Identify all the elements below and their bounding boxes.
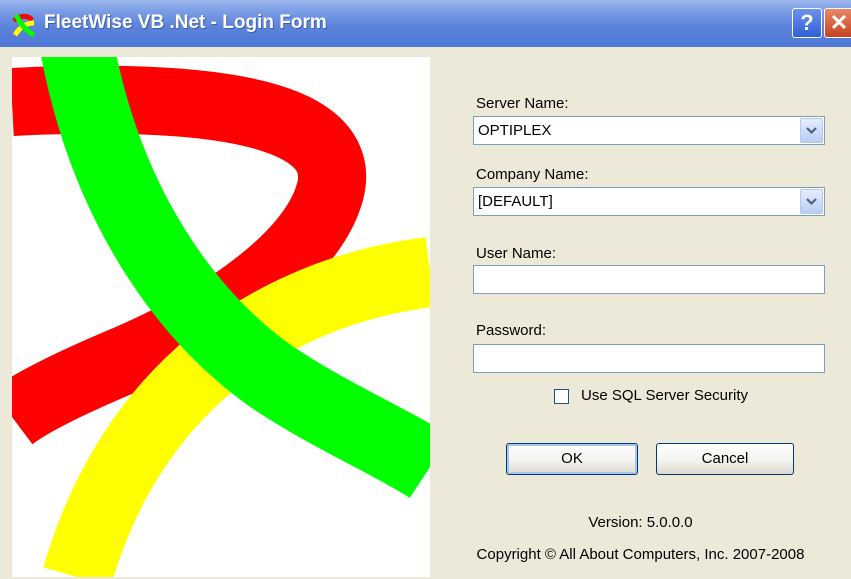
- help-button[interactable]: ?: [792, 8, 822, 38]
- chevron-down-icon: [806, 127, 817, 135]
- server-name-dropdown-button[interactable]: [800, 118, 823, 143]
- company-name-value: [DEFAULT]: [478, 193, 553, 210]
- cancel-button[interactable]: Cancel: [656, 443, 794, 475]
- fleetwise-logo-icon: [12, 13, 36, 37]
- server-name-combo[interactable]: OPTIPLEX: [473, 116, 825, 145]
- company-name-dropdown-button[interactable]: [800, 189, 823, 214]
- window-title: FleetWise VB .Net - Login Form: [44, 12, 327, 33]
- password-label: Password:: [476, 322, 547, 339]
- fleetwise-logo-art: [12, 57, 430, 577]
- chevron-down-icon: [806, 198, 817, 206]
- version-text: Version: 5.0.0.0: [588, 514, 693, 531]
- sql-security-checkbox[interactable]: [554, 389, 569, 404]
- sql-security-label[interactable]: Use SQL Server Security: [581, 387, 748, 404]
- user-name-input[interactable]: [473, 265, 825, 294]
- login-window: FleetWise VB .Net - Login Form ? ✕ Serve…: [0, 0, 851, 579]
- company-name-combo[interactable]: [DEFAULT]: [473, 187, 825, 216]
- close-button[interactable]: ✕: [824, 8, 851, 38]
- copyright-text: Copyright © All About Computers, Inc. 20…: [476, 546, 805, 563]
- password-input[interactable]: [473, 344, 825, 373]
- company-name-label: Company Name:: [476, 166, 589, 183]
- title-bar[interactable]: FleetWise VB .Net - Login Form ? ✕: [0, 0, 851, 47]
- server-name-value: OPTIPLEX: [478, 122, 552, 139]
- ok-button[interactable]: OK: [506, 443, 638, 475]
- user-name-label: User Name:: [476, 245, 557, 262]
- server-name-label: Server Name:: [476, 95, 569, 112]
